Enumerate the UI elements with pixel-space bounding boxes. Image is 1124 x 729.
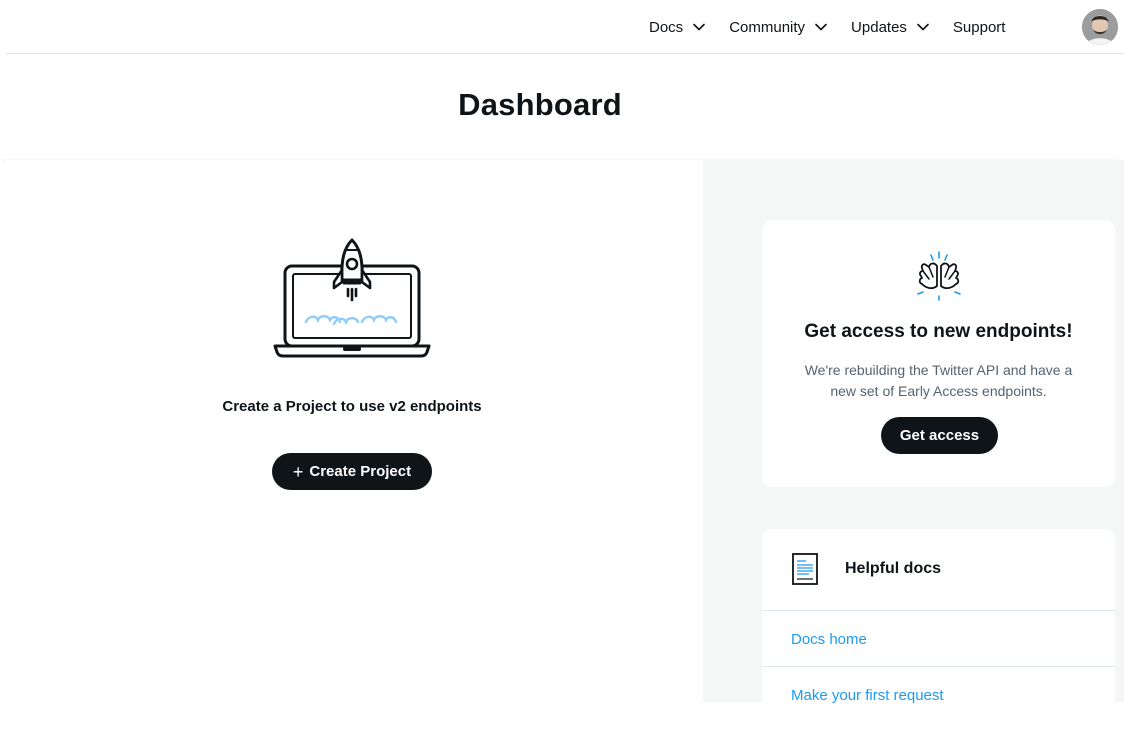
- nav-item-label: Docs: [649, 19, 683, 36]
- page-title: Dashboard: [0, 87, 1080, 123]
- access-card-title: Get access to new endpoints!: [762, 321, 1115, 343]
- user-avatar-icon: [1082, 9, 1118, 45]
- high-five-icon: [912, 250, 966, 304]
- nav-menu: Docs Community Updates Support: [649, 0, 1005, 54]
- access-card-description: We're rebuilding the Twitter API and hav…: [792, 360, 1085, 402]
- document-icon: [791, 552, 819, 586]
- helpful-docs-title: Helpful docs: [845, 560, 941, 578]
- nav-item-label: Updates: [851, 19, 907, 36]
- docs-home-link[interactable]: Docs home: [762, 612, 1115, 667]
- create-project-prompt: Create a Project to use v2 endpoints: [6, 398, 698, 415]
- avatar[interactable]: [1082, 9, 1118, 45]
- get-access-button[interactable]: Get access: [881, 417, 998, 454]
- create-project-label: Create Project: [309, 463, 411, 480]
- nav-item-support[interactable]: Support: [953, 19, 1006, 36]
- top-navigation: Docs Community Updates Support: [6, 0, 1124, 54]
- rocket-laptop-icon: [272, 236, 432, 362]
- access-card: Get access to new endpoints! We're rebui…: [762, 220, 1115, 487]
- nav-item-docs[interactable]: Docs: [649, 19, 705, 36]
- chevron-down-icon: [693, 23, 705, 31]
- nav-item-updates[interactable]: Updates: [851, 19, 929, 36]
- create-project-button[interactable]: + Create Project: [272, 453, 432, 490]
- nav-item-community[interactable]: Community: [729, 19, 827, 36]
- chevron-down-icon: [917, 23, 929, 31]
- plus-icon: +: [293, 463, 304, 481]
- first-request-link[interactable]: Make your first request: [762, 668, 1115, 723]
- helpful-docs-card: Helpful docs Docs home Make your first r…: [762, 529, 1115, 729]
- chevron-down-icon: [815, 23, 827, 31]
- helpful-docs-header: Helpful docs: [762, 529, 1115, 611]
- nav-item-label: Community: [729, 19, 805, 36]
- nav-item-label: Support: [953, 19, 1006, 36]
